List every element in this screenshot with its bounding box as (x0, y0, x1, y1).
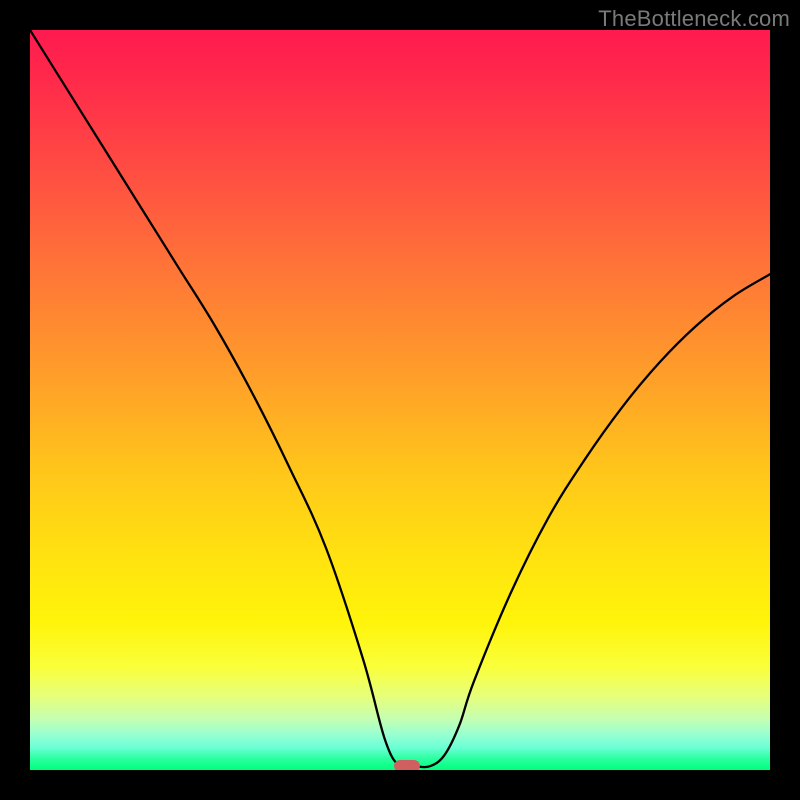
optimal-point-marker (394, 760, 420, 770)
bottleneck-chart: TheBottleneck.com (0, 0, 800, 800)
bottleneck-curve-path (30, 30, 770, 768)
plot-area (30, 30, 770, 770)
curve-svg (30, 30, 770, 770)
watermark-text: TheBottleneck.com (598, 6, 790, 32)
